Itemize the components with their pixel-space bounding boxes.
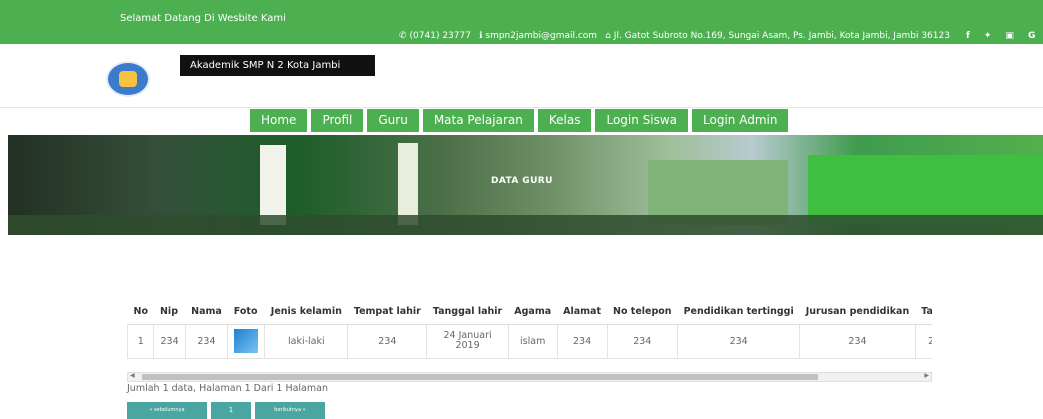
address-text: Jl. Gatot Subroto No.169, Sungai Asam, P… — [613, 31, 950, 41]
home-icon: ⌂ — [605, 31, 611, 41]
cell-jurusan: 234 — [799, 323, 916, 359]
nav-guru[interactable]: Guru — [367, 109, 419, 132]
phone-text: (0741) 23777 — [409, 31, 471, 41]
cell-pendidikan: 234 — [677, 323, 801, 359]
main-nav: Home Profil Guru Mata Pelajaran Kelas Lo… — [250, 109, 789, 132]
scroll-left-icon[interactable]: ◀ — [130, 372, 135, 379]
pagination: « sebelumnya 1 berikutnya » — [127, 402, 325, 419]
teacher-table-container: No Nip Nama Foto Jenis kelamin Tempat la… — [127, 300, 932, 364]
nav-login-siswa[interactable]: Login Siswa — [595, 109, 689, 132]
cell-alamat: 234 — [556, 323, 608, 359]
cell-nama: 234 — [184, 323, 229, 359]
nav-profil[interactable]: Profil — [311, 109, 364, 132]
cell-agama: islam — [507, 323, 558, 359]
teacher-table: No Nip Nama Foto Jenis kelamin Tempat la… — [127, 300, 932, 359]
col-tanggal-lahir: Tanggal lahir — [426, 300, 509, 325]
instagram-icon[interactable]: ▣ — [1005, 31, 1014, 41]
col-pendidikan: Pendidikan tertinggi — [677, 300, 800, 325]
col-nama: Nama — [185, 300, 228, 325]
prev-page-button[interactable]: « sebelumnya — [127, 402, 207, 419]
school-logo — [106, 61, 150, 97]
hero-title: DATA GURU — [491, 176, 553, 186]
pagination-info: Jumlah 1 data, Halaman 1 Dari 1 Halaman — [127, 383, 328, 394]
col-jurusan: Jurusan pendidikan — [799, 300, 916, 325]
info-icon: ℹ — [478, 31, 483, 41]
page-1-button[interactable]: 1 — [211, 402, 251, 419]
site-title: Akademik SMP N 2 Kota Jambi — [180, 55, 375, 76]
top-bar: Selamat Datang Di Wesbite Kami ✆ (0741) 2… — [0, 0, 1043, 44]
col-no-telepon: No telepon — [607, 300, 678, 325]
col-nip: Nip — [153, 300, 186, 325]
col-tahun: Tahun — [915, 300, 932, 325]
nav-login-admin[interactable]: Login Admin — [692, 109, 789, 132]
cell-no-telepon: 234 — [606, 323, 679, 359]
teacher-photo — [234, 329, 259, 353]
nav-mata-pelajaran[interactable]: Mata Pelajaran — [422, 109, 534, 132]
nav-home[interactable]: Home — [250, 109, 308, 132]
col-alamat: Alamat — [557, 300, 607, 325]
social-icons: f ✦ ▣ G ▶ — [966, 31, 1043, 41]
table-row: 1 234 234 laki-laki 234 24 Januari 2019 … — [127, 323, 932, 359]
col-agama: Agama — [508, 300, 558, 325]
horizontal-scrollbar[interactable]: ◀ ▶ — [127, 372, 932, 382]
scroll-thumb[interactable] — [142, 374, 818, 380]
phone-icon: ✆ — [399, 31, 407, 41]
nav-kelas[interactable]: Kelas — [537, 109, 592, 132]
google-icon[interactable]: G — [1028, 31, 1035, 41]
scroll-right-icon[interactable]: ▶ — [924, 372, 929, 379]
col-tempat-lahir: Tempat lahir — [347, 300, 427, 325]
facebook-icon[interactable]: f — [966, 31, 970, 41]
cell-tahun: 234 — [914, 323, 932, 359]
table-header-row: No Nip Nama Foto Jenis kelamin Tempat la… — [127, 300, 932, 325]
cell-foto — [227, 323, 266, 359]
cell-no: 1 — [127, 323, 155, 359]
email-text: smpn2jambi@gmail.com — [485, 31, 598, 41]
col-no: No — [127, 300, 154, 325]
col-jenis-kelamin: Jenis kelamin — [264, 300, 348, 325]
next-page-button[interactable]: berikutnya » — [255, 402, 325, 419]
cell-nip: 234 — [153, 323, 186, 359]
welcome-text: Selamat Datang Di Wesbite Kami — [120, 13, 286, 24]
twitter-icon[interactable]: ✦ — [984, 31, 992, 41]
nav-divider — [0, 107, 1043, 108]
col-foto: Foto — [227, 300, 265, 325]
contact-info: ✆ (0741) 23777 ℹ smpn2jambi@gmail.com ⌂ Jl.… — [399, 31, 1043, 41]
cell-tempat-lahir: 234 — [347, 323, 428, 359]
cell-tanggal-lahir: 24 Januari 2019 — [426, 323, 509, 359]
cell-jenis-kelamin: laki-laki — [264, 323, 349, 359]
